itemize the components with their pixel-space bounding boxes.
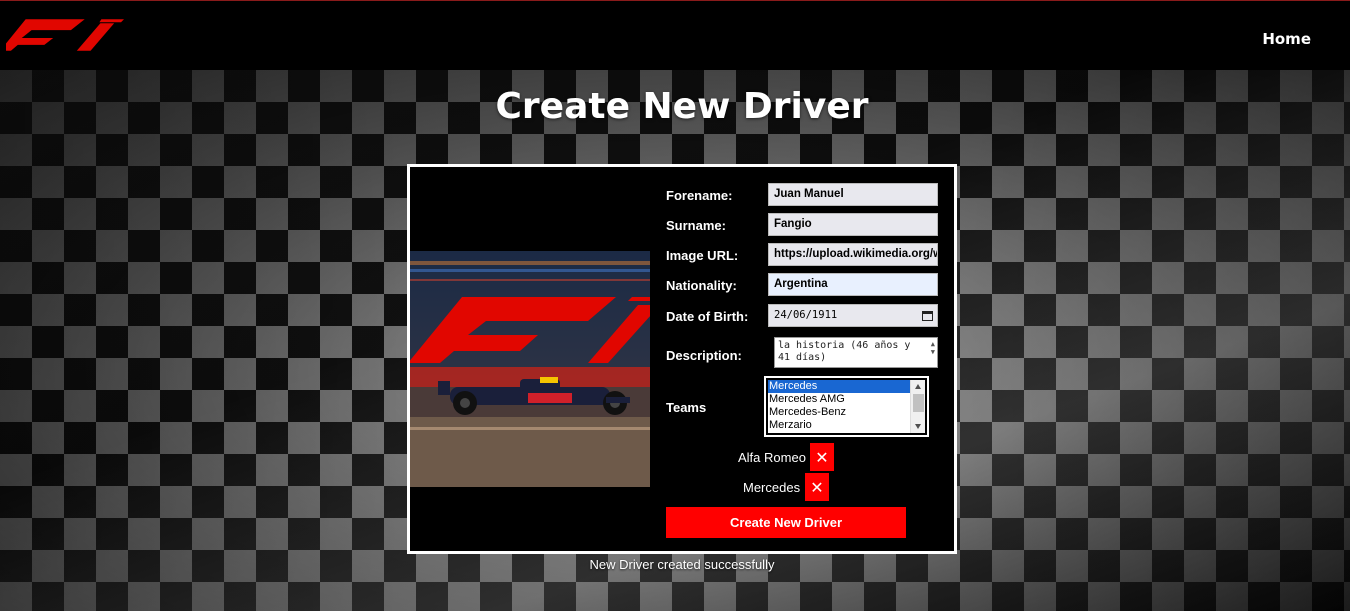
description-line-2: 41 días) — [778, 352, 827, 363]
description-label: Description: — [666, 348, 742, 363]
forename-label: Forename: — [666, 188, 733, 203]
nationality-row: Nationality: Argentina — [666, 273, 942, 297]
nationality-input[interactable]: Argentina — [768, 273, 938, 296]
remove-team-button[interactable]: ✕ — [805, 473, 829, 501]
dob-input[interactable]: 24/06/1911 — [768, 304, 938, 327]
remove-team-button[interactable]: ✕ — [810, 443, 834, 471]
teams-label: Teams — [666, 400, 707, 415]
dob-row: Date of Birth: 24/06/1911 — [666, 304, 942, 328]
team-option[interactable]: Merzario — [768, 419, 925, 432]
nav-home-link[interactable]: Home — [1262, 30, 1311, 48]
page-title: Create New Driver — [495, 86, 869, 127]
create-driver-button[interactable]: Create New Driver — [666, 507, 906, 538]
calendar-icon[interactable] — [922, 310, 933, 321]
teams-select[interactable]: Mercedes Mercedes AMG Mercedes-Benz Merz… — [764, 376, 929, 437]
scroll-up-icon[interactable] — [915, 384, 921, 389]
surname-row: Surname: Fangio — [666, 213, 942, 237]
f1-hero-image — [410, 251, 650, 487]
description-line-1: la historia (46 años y — [778, 340, 911, 351]
status-message: New Driver created successfully — [589, 557, 775, 572]
scroll-down-icon[interactable] — [915, 424, 921, 429]
surname-label: Surname: — [666, 218, 726, 233]
dob-value: 24/06/1911 — [774, 309, 838, 321]
textarea-scroll-arrows[interactable]: ▲ ▼ — [931, 340, 935, 356]
description-textarea[interactable]: la historia (46 años y 41 días) ▲ ▼ — [774, 337, 938, 368]
image-url-label: Image URL: — [666, 248, 739, 263]
teams-row: Teams Mercedes Mercedes AMG Mercedes-Ben… — [666, 376, 942, 437]
image-url-input[interactable]: https://upload.wikimedia.org/wi — [768, 243, 938, 266]
teams-scrollbar[interactable] — [910, 380, 925, 433]
f1-logo[interactable] — [6, 19, 124, 51]
image-url-row: Image URL: https://upload.wikimedia.org/… — [666, 243, 942, 267]
nationality-label: Nationality: — [666, 278, 737, 293]
forename-row: Forename: Juan Manuel — [666, 183, 942, 207]
team-option[interactable]: Mercedes-Benz — [768, 406, 925, 419]
forename-input[interactable]: Juan Manuel — [768, 183, 938, 206]
create-driver-card: Forename: Juan Manuel Surname: Fangio Im… — [407, 164, 957, 554]
surname-input[interactable]: Fangio — [768, 213, 938, 236]
selected-team-name: Alfa Romeo — [738, 450, 806, 465]
selected-team-chip: Alfa Romeo ✕ — [738, 443, 838, 471]
scroll-thumb[interactable] — [913, 394, 924, 412]
selected-team-name: Mercedes — [743, 480, 801, 495]
dob-label: Date of Birth: — [666, 309, 749, 324]
description-row: Description: la historia (46 años y 41 d… — [666, 337, 942, 369]
team-option[interactable]: Mercedes AMG — [768, 393, 925, 406]
team-option[interactable]: Mercedes — [768, 380, 925, 393]
selected-team-chip: Mercedes ✕ — [743, 473, 833, 501]
navbar: Home — [0, 0, 1350, 70]
